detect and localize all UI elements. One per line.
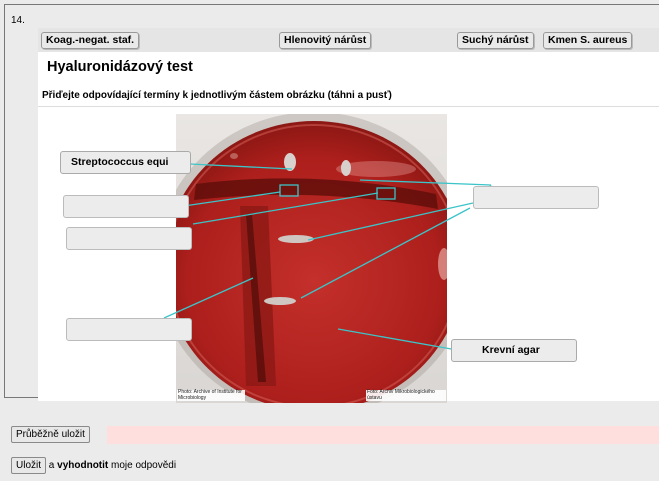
drop-zone-4[interactable]	[66, 318, 192, 341]
agar-plate-photo: Photo: Archive of Institute for Microbio…	[176, 114, 447, 403]
question-container: 14. Koag.-negat. staf. Hlenovitý nárůst …	[4, 4, 659, 403]
connector-text: a	[48, 460, 55, 472]
photo-credit-cz: Foto: Archiv Mikrobiologického ústavu	[366, 389, 446, 401]
drop-zone-1[interactable]	[63, 195, 189, 218]
divider	[38, 106, 659, 107]
placed-label-krevni-agar[interactable]: Krevní agar	[451, 339, 577, 362]
answers-text: moje odpovědi	[111, 460, 177, 472]
question-panel: Koag.-negat. staf. Hlenovitý nárůst Such…	[38, 28, 659, 403]
save-button[interactable]: Uložit	[11, 457, 47, 474]
save-progress-row: Průběžně uložit	[11, 426, 659, 444]
agar-plate-image	[176, 114, 447, 403]
term-bank: Koag.-negat. staf. Hlenovitý nárůst Such…	[38, 28, 659, 52]
instruction-text: Přiďejte odpovídající termíny k jednotli…	[42, 90, 392, 101]
term-suchy-narust[interactable]: Suchý nárůst	[457, 32, 534, 49]
question-number: 14.	[11, 15, 25, 26]
submit-row: Uložit a vyhodnotit moje odpovědi	[11, 457, 659, 475]
drop-zone-2[interactable]	[66, 227, 192, 250]
save-progress-button[interactable]: Průběžně uložit	[11, 426, 90, 443]
term-kmen-s-aureus[interactable]: Kmen S. aureus	[543, 32, 633, 49]
question-title: Hyaluronidázový test	[47, 59, 193, 75]
drop-zone-3[interactable]	[473, 186, 599, 209]
term-hlenovity-narust[interactable]: Hlenovitý nárůst	[279, 32, 372, 49]
evaluate-text: vyhodnotit	[57, 460, 109, 472]
save-status-bar	[107, 426, 659, 444]
placed-label-streptococcus-equi[interactable]: Streptococcus equi	[60, 151, 191, 174]
photo-credit-en: Photo: Archive of Institute for Microbio…	[177, 389, 245, 401]
term-koag-negat-staf[interactable]: Koag.-negat. staf.	[41, 32, 140, 49]
